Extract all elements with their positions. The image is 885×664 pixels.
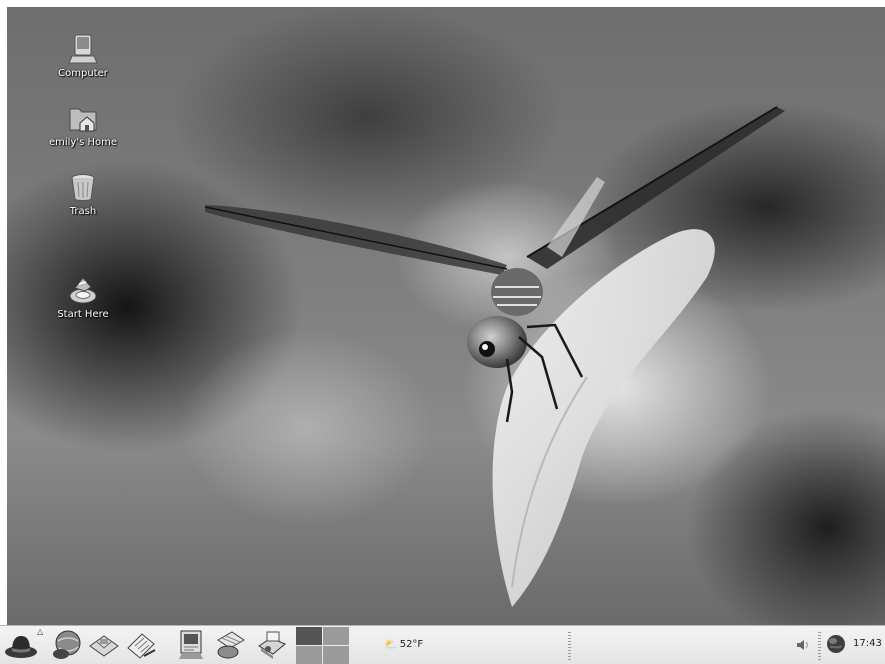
text-editor-icon — [127, 633, 156, 659]
globe-icon[interactable] — [826, 634, 846, 654]
workspace-1[interactable] — [296, 627, 322, 645]
presentation-launcher[interactable] — [174, 628, 208, 662]
workspace-switcher[interactable] — [296, 627, 349, 664]
clock[interactable]: 17:43 — [853, 638, 882, 649]
home-folder-icon — [69, 108, 97, 132]
email-icon — [89, 635, 119, 657]
main-menu-hat-icon — [5, 636, 37, 658]
computer-icon — [68, 34, 98, 64]
desktop-icon-trash[interactable]: Trash — [38, 170, 128, 217]
spreadsheet-icon — [217, 631, 245, 659]
presentation-icon — [179, 630, 203, 659]
web-browser-icon — [53, 630, 81, 659]
desktop-wallpaper[interactable]: Computer emily's Home Trash Start Here — [7, 7, 885, 625]
printer-launcher[interactable] — [255, 628, 289, 662]
desktop-icon-label: Start Here — [57, 309, 109, 320]
workspace-2[interactable] — [323, 627, 349, 645]
bottom-panel: △ ⛅ 52°F 17:43 — [0, 625, 885, 664]
desktop-icon-label: emily's Home — [48, 137, 118, 148]
desktop-icon-label: Trash — [69, 206, 97, 217]
text-editor-launcher[interactable] — [124, 628, 158, 662]
printer-icon — [258, 631, 286, 659]
desktop-icon-home[interactable]: emily's Home — [38, 101, 128, 148]
desktop-icon-computer[interactable]: Computer — [38, 32, 128, 79]
weather-applet[interactable]: ⛅ 52°F — [384, 638, 423, 651]
screen: Computer emily's Home Trash Start Here △… — [0, 0, 885, 664]
menu-corner-marker: △ — [37, 627, 44, 636]
trash-icon — [71, 174, 95, 201]
workspace-3[interactable] — [296, 646, 322, 664]
dragonfly-image — [204, 106, 785, 607]
web-browser-launcher[interactable] — [50, 628, 84, 662]
spreadsheet-launcher[interactable] — [213, 628, 247, 662]
weather-icon: ⛅ — [384, 638, 398, 651]
volume-icon[interactable] — [795, 637, 811, 653]
email-launcher[interactable] — [87, 628, 121, 662]
main-menu-button[interactable] — [4, 628, 38, 662]
weather-temperature: 52°F — [399, 639, 424, 650]
start-here-icon — [69, 277, 97, 304]
panel-drag-handle[interactable] — [818, 632, 821, 660]
desktop-icon-start-here[interactable]: Start Here — [38, 273, 128, 320]
panel-drag-handle[interactable] — [568, 632, 571, 660]
workspace-4[interactable] — [323, 646, 349, 664]
desktop-icon-label: Computer — [58, 68, 108, 79]
